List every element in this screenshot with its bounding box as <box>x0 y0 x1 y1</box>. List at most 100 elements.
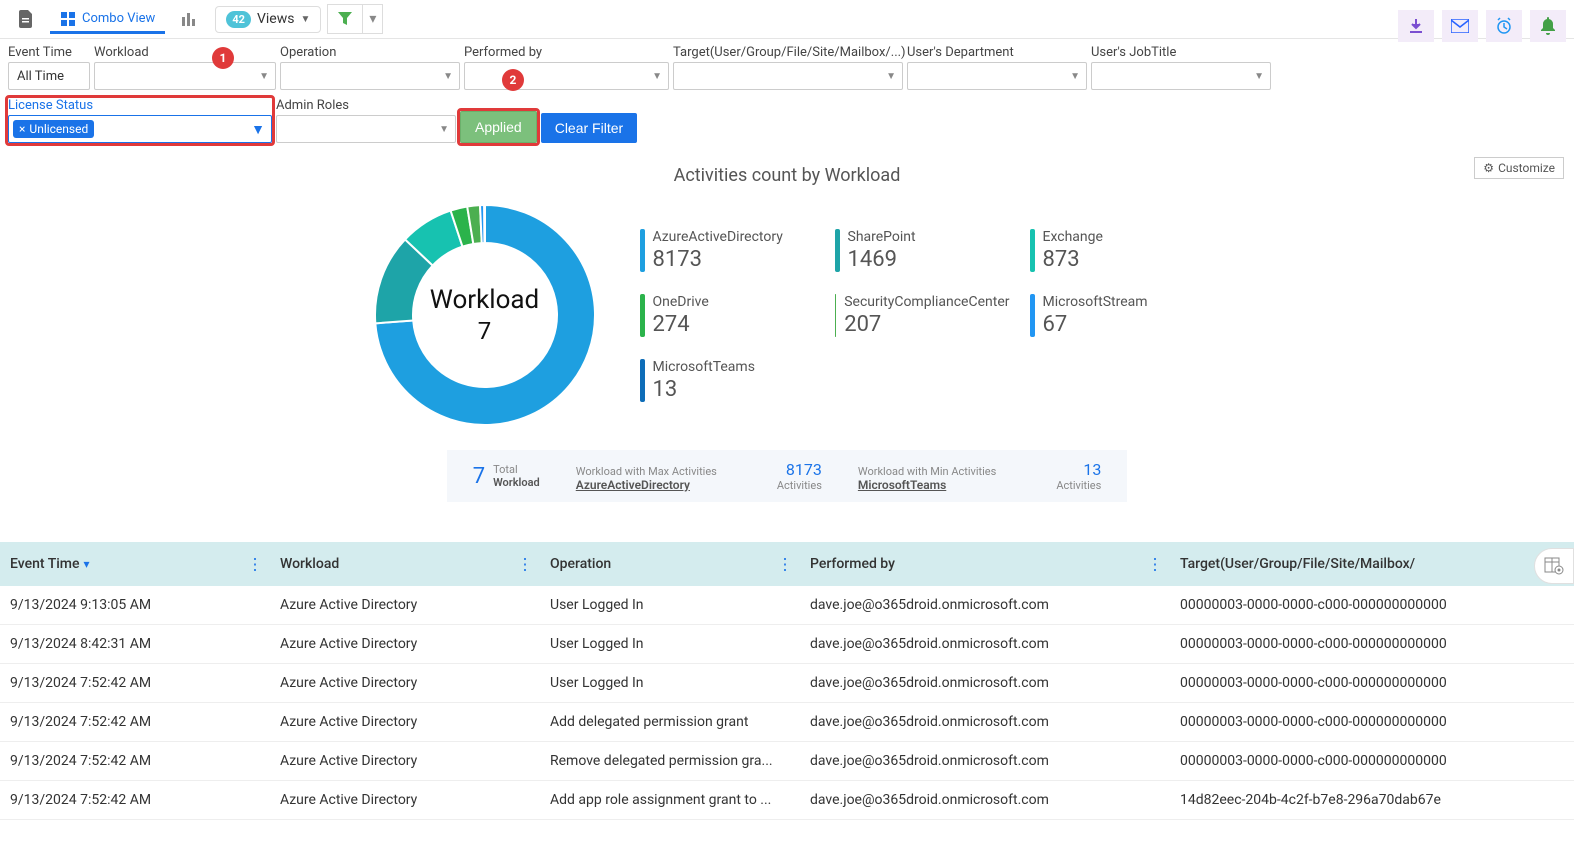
top-right-actions <box>1398 10 1566 42</box>
legend-color-bar <box>640 294 645 337</box>
gear-icon: ⚙ <box>1483 161 1494 175</box>
filters-row-2: License Status × Unlicensed ▼ Admin Role… <box>0 92 1574 145</box>
workload-filter-select[interactable]: ▼ <box>94 62 276 90</box>
license-status-label: License Status <box>8 98 272 113</box>
legend-value: 274 <box>653 312 709 337</box>
legend-label: SecurityComplianceCenter <box>844 294 1009 310</box>
jobtitle-filter-select[interactable]: ▼ <box>1091 62 1271 90</box>
download-icon[interactable] <box>1398 10 1434 42</box>
table-cell: User Logged In <box>540 586 800 625</box>
applied-button[interactable]: Applied <box>460 111 537 143</box>
summary-min-name[interactable]: MicrosoftTeams <box>858 478 996 492</box>
alarm-icon[interactable] <box>1486 10 1522 42</box>
legend-item[interactable]: AzureActiveDirectory 8173 <box>640 229 815 272</box>
th-target[interactable]: Target(User/Group/File/Site/Mailbox/ <box>1170 542 1574 586</box>
column-menu-icon[interactable]: ⋮ <box>517 555 532 574</box>
event-time-select[interactable]: All Time <box>8 62 90 90</box>
document-icon[interactable] <box>8 4 44 34</box>
table-cell: Add delegated permission grant <box>540 703 800 742</box>
table-cell: 9/13/2024 7:52:42 AM <box>0 703 270 742</box>
column-menu-icon[interactable]: ⋮ <box>777 555 792 574</box>
th-operation[interactable]: Operation⋮ <box>540 542 800 586</box>
table-cell: 00000003-0000-0000-c000-000000000000 <box>1170 586 1574 625</box>
legend-item[interactable]: Exchange 873 <box>1030 229 1205 272</box>
customize-label: Customize <box>1498 161 1555 175</box>
table-row[interactable]: 9/13/2024 7:52:42 AMAzure Active Directo… <box>0 781 1574 820</box>
legend-value: 873 <box>1043 247 1103 272</box>
legend-label: SharePoint <box>848 229 916 245</box>
summary-min-actlabel: Activities <box>1056 479 1101 492</box>
table-cell: dave.joe@o365droid.onmicrosoft.com <box>800 625 1170 664</box>
caret-down-icon: ▼ <box>300 14 310 25</box>
summary-max-name[interactable]: AzureActiveDirectory <box>576 478 717 492</box>
legend-item[interactable]: OneDrive 274 <box>640 294 815 337</box>
customize-button[interactable]: ⚙ Customize <box>1474 157 1564 179</box>
results-table-wrap: Event Time▾⋮ Workload⋮ Operation⋮ Perfor… <box>0 542 1574 820</box>
table-cell: 00000003-0000-0000-c000-000000000000 <box>1170 742 1574 781</box>
table-row[interactable]: 9/13/2024 8:42:31 AMAzure Active Directo… <box>0 625 1574 664</box>
caret-down-icon: ▼ <box>886 71 896 82</box>
legend-value: 207 <box>844 312 1009 337</box>
table-config-icon[interactable] <box>1534 548 1574 584</box>
table-row[interactable]: 9/13/2024 7:52:42 AMAzure Active Directo… <box>0 742 1574 781</box>
performedby-filter-select[interactable]: ▼ <box>464 62 669 90</box>
legend-item[interactable]: SecurityComplianceCenter 207 <box>835 294 1010 337</box>
column-menu-icon[interactable]: ⋮ <box>247 555 262 574</box>
chart-panel: ⚙ Customize Activities count by Workload… <box>0 151 1574 522</box>
bell-icon[interactable] <box>1530 10 1566 42</box>
table-cell: Remove delegated permission gra... <box>540 742 800 781</box>
operation-filter-label: Operation <box>280 45 460 60</box>
filter-icon-button[interactable] <box>327 4 363 34</box>
department-filter-select[interactable]: ▼ <box>907 62 1087 90</box>
callout-badge-2: 2 <box>502 69 524 91</box>
summary-min-value: 13 <box>1083 460 1101 479</box>
views-dropdown[interactable]: 42 Views ▼ <box>215 6 321 33</box>
table-row[interactable]: 9/13/2024 9:13:05 AMAzure Active Directo… <box>0 586 1574 625</box>
mail-icon[interactable] <box>1442 10 1478 42</box>
jobtitle-filter-label: User's JobTitle <box>1091 45 1271 60</box>
clear-filter-button[interactable]: Clear Filter <box>541 113 637 143</box>
target-filter-select[interactable]: ▼ <box>673 62 903 90</box>
legend-item[interactable]: MicrosoftStream 67 <box>1030 294 1205 337</box>
th-event-time[interactable]: Event Time▾⋮ <box>0 542 270 586</box>
table-row[interactable]: 9/13/2024 7:52:42 AMAzure Active Directo… <box>0 703 1574 742</box>
th-workload[interactable]: Workload⋮ <box>270 542 540 586</box>
views-label: Views <box>257 11 295 27</box>
operation-filter-select[interactable]: ▼ <box>280 62 460 90</box>
summary-max-actlabel: Activities <box>777 479 822 492</box>
legend-label: OneDrive <box>653 294 709 310</box>
column-menu-icon[interactable]: ⋮ <box>1147 555 1162 574</box>
department-filter-label: User's Department <box>907 45 1087 60</box>
table-cell: Azure Active Directory <box>270 586 540 625</box>
legend-color-bar <box>640 229 645 272</box>
legend-item[interactable]: MicrosoftTeams 13 <box>640 359 815 402</box>
license-tag-unlicensed[interactable]: × Unlicensed <box>13 120 94 138</box>
table-cell: 9/13/2024 9:13:05 AM <box>0 586 270 625</box>
combo-view-label: Combo View <box>82 11 155 26</box>
summary-total-bottom: Workload <box>493 476 540 489</box>
th-performedby[interactable]: Performed by⋮ <box>800 542 1170 586</box>
filter-dropdown-btn[interactable]: ▾ <box>363 4 383 34</box>
caret-down-icon: ▼ <box>439 124 449 135</box>
license-status-select[interactable]: × Unlicensed ▼ <box>8 115 272 143</box>
summary-max-label: Workload with Max Activities <box>576 465 717 478</box>
table-cell: User Logged In <box>540 625 800 664</box>
table-cell: 00000003-0000-0000-c000-000000000000 <box>1170 625 1574 664</box>
table-cell: Add app role assignment grant to ... <box>540 781 800 820</box>
table-cell: dave.joe@o365droid.onmicrosoft.com <box>800 586 1170 625</box>
table-cell: Azure Active Directory <box>270 625 540 664</box>
callout-badge-1: 1 <box>212 47 234 69</box>
table-row[interactable]: 9/13/2024 7:52:42 AMAzure Active Directo… <box>0 664 1574 703</box>
legend-item[interactable]: SharePoint 1469 <box>835 229 1010 272</box>
adminroles-filter-select[interactable]: ▼ <box>276 115 456 143</box>
top-toolbar: Combo View 42 Views ▼ ▾ <box>0 0 1574 39</box>
table-cell: dave.joe@o365droid.onmicrosoft.com <box>800 703 1170 742</box>
legend-label: MicrosoftStream <box>1043 294 1148 310</box>
table-cell: 00000003-0000-0000-c000-000000000000 <box>1170 703 1574 742</box>
table-cell: 00000003-0000-0000-c000-000000000000 <box>1170 664 1574 703</box>
combo-view-tab[interactable]: Combo View <box>50 5 165 34</box>
chart-icon-tab[interactable] <box>171 5 209 33</box>
performedby-filter-label: Performed by <box>464 45 669 60</box>
table-cell: Azure Active Directory <box>270 703 540 742</box>
target-filter-label: Target(User/Group/File/Site/Mailbox/...) <box>673 45 903 60</box>
